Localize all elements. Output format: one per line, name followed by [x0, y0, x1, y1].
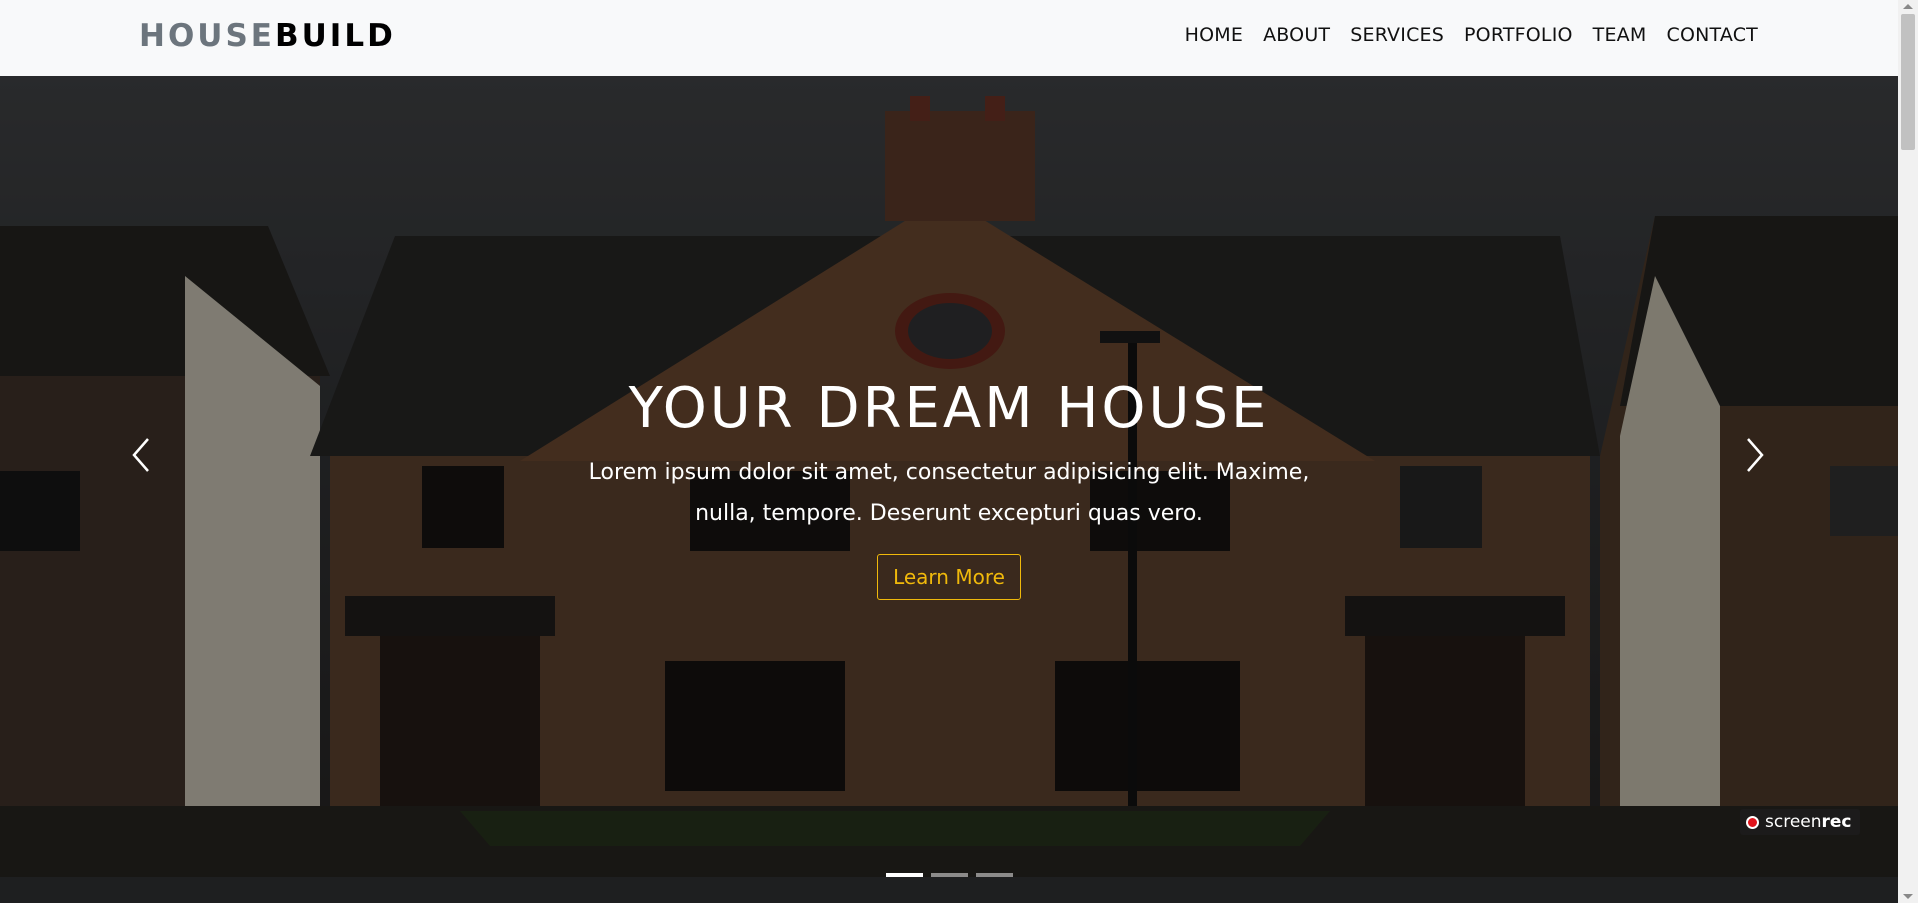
- carousel-next-button[interactable]: [1740, 435, 1770, 475]
- carousel-prev-button[interactable]: [126, 435, 156, 475]
- scrollbar-thumb[interactable]: [1901, 14, 1915, 150]
- screenrec-badge: screen rec: [1740, 809, 1860, 835]
- chevron-left-icon: [132, 438, 149, 472]
- hero-title: YOUR DREAM HOUSE: [628, 376, 1270, 441]
- scroll-up-icon[interactable]: [1903, 4, 1913, 9]
- nav-item-contact[interactable]: CONTACT: [1666, 24, 1758, 46]
- learn-more-button[interactable]: Learn More: [877, 554, 1021, 600]
- navbar: HOUSEBUILD HOME ABOUT SERVICES PORTFOLIO…: [0, 0, 1898, 76]
- nav-menu: HOME ABOUT SERVICES PORTFOLIO TEAM CONTA…: [1165, 0, 1758, 70]
- hero-carousel: YOUR DREAM HOUSE Lorem ipsum dolor sit a…: [0, 76, 1898, 877]
- screenrec-label-part1: screen: [1765, 812, 1822, 832]
- brand-logo[interactable]: HOUSEBUILD: [139, 18, 396, 54]
- next-section-edge: [0, 877, 1898, 903]
- record-icon: [1746, 815, 1759, 829]
- brand-build: BUILD: [274, 18, 396, 54]
- screenrec-label-part2: rec: [1821, 812, 1852, 832]
- nav-item-team[interactable]: TEAM: [1593, 24, 1647, 46]
- scroll-down-icon[interactable]: [1903, 894, 1913, 899]
- nav-item-services[interactable]: SERVICES: [1350, 24, 1444, 46]
- nav-item-home[interactable]: HOME: [1185, 24, 1243, 46]
- nav-item-portfolio[interactable]: PORTFOLIO: [1464, 24, 1573, 46]
- chevron-right-icon: [1747, 438, 1764, 472]
- hero-caption: YOUR DREAM HOUSE Lorem ipsum dolor sit a…: [0, 376, 1898, 600]
- hero-text: Lorem ipsum dolor sit amet, consectetur …: [588, 460, 1310, 526]
- nav-item-about[interactable]: ABOUT: [1263, 24, 1330, 46]
- page-scrollbar[interactable]: [1898, 0, 1918, 903]
- brand-house: HOUSE: [139, 18, 275, 54]
